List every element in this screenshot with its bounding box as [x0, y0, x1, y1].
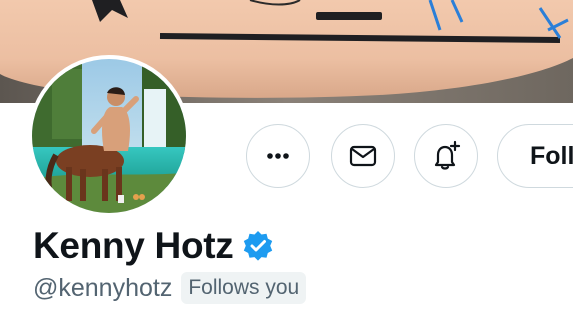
- bell-plus-icon: [434, 140, 461, 170]
- more-button[interactable]: [246, 124, 310, 188]
- verified-badge-icon[interactable]: [241, 229, 275, 263]
- avatar[interactable]: [28, 55, 190, 217]
- profile-header: Follow Kenny Hotz @kennyhotz Follows you: [0, 0, 573, 334]
- display-name-row: Kenny Hotz: [33, 222, 275, 270]
- follow-button[interactable]: Follow: [497, 124, 573, 188]
- handle-row: @kennyhotz Follows you: [33, 268, 307, 308]
- message-button[interactable]: [331, 124, 395, 188]
- notify-button[interactable]: [414, 124, 478, 188]
- handle: @kennyhotz: [33, 273, 173, 302]
- more-icon: [267, 153, 289, 159]
- display-name: Kenny Hotz: [33, 225, 234, 266]
- envelope-icon: [349, 145, 377, 167]
- follows-you-badge: Follows you: [181, 272, 307, 304]
- follow-label: Follow: [530, 141, 573, 170]
